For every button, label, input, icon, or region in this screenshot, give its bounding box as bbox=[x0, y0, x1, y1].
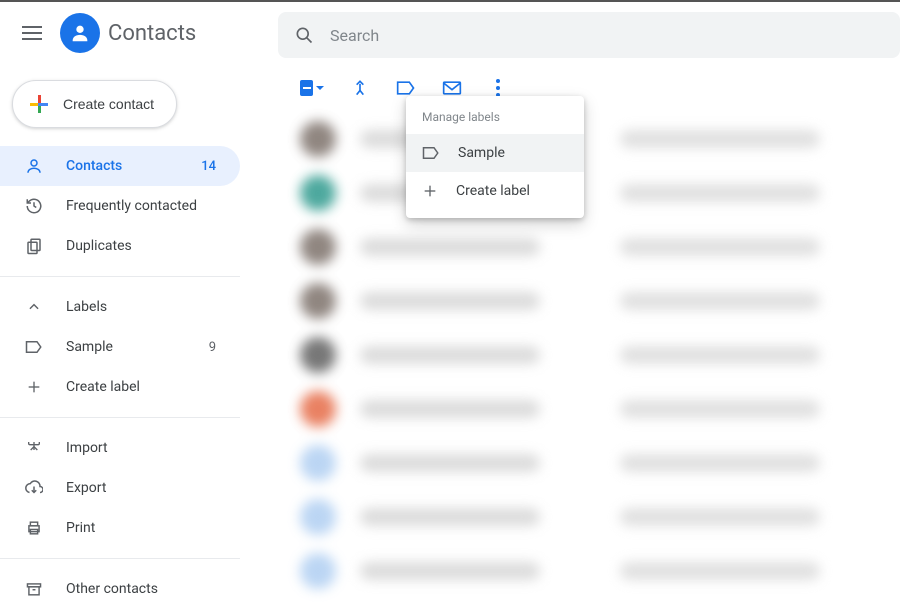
person-icon bbox=[69, 22, 91, 44]
main-content bbox=[278, 64, 900, 608]
create-contact-button[interactable]: Create contact bbox=[12, 80, 177, 128]
plus-icon bbox=[24, 379, 44, 395]
mail-icon bbox=[442, 80, 462, 96]
contact-row[interactable] bbox=[278, 544, 900, 598]
app-logo bbox=[60, 13, 100, 53]
label-icon bbox=[422, 146, 440, 160]
main-menu-button[interactable] bbox=[8, 9, 56, 57]
merge-button[interactable] bbox=[350, 78, 370, 98]
merge-icon bbox=[350, 78, 370, 98]
import-icon bbox=[24, 440, 44, 456]
popover-header: Manage labels bbox=[406, 104, 584, 134]
selection-toolbar bbox=[278, 64, 900, 112]
contact-row[interactable] bbox=[278, 328, 900, 382]
hamburger-icon bbox=[22, 26, 42, 40]
sidebar-labels-header[interactable]: Labels bbox=[0, 287, 240, 327]
search-icon bbox=[294, 25, 314, 45]
selection-toggle[interactable] bbox=[300, 79, 324, 97]
checkbox-indeterminate-icon bbox=[300, 80, 313, 96]
export-icon bbox=[24, 480, 44, 496]
app-title: Contacts bbox=[108, 21, 196, 46]
sidebar-export[interactable]: Export bbox=[0, 468, 240, 508]
more-actions-button[interactable] bbox=[488, 78, 508, 98]
popover-label-sample[interactable]: Sample bbox=[406, 134, 584, 172]
search-bar[interactable]: Search bbox=[278, 12, 900, 58]
email-button[interactable] bbox=[442, 78, 462, 98]
contact-row[interactable] bbox=[278, 220, 900, 274]
print-icon bbox=[24, 520, 44, 536]
manage-labels-button[interactable] bbox=[396, 78, 416, 98]
contact-row[interactable] bbox=[278, 490, 900, 544]
google-plus-icon bbox=[27, 92, 51, 116]
sidebar-item-duplicates[interactable]: Duplicates bbox=[0, 226, 240, 266]
contact-row[interactable] bbox=[278, 436, 900, 490]
contact-row[interactable] bbox=[278, 274, 900, 328]
sidebar-item-contacts[interactable]: Contacts 14 bbox=[0, 146, 240, 186]
sidebar-other-contacts[interactable]: Other contacts bbox=[0, 569, 240, 609]
sidebar-item-frequent[interactable]: Frequently contacted bbox=[0, 186, 240, 226]
sidebar-label-sample[interactable]: Sample 9 bbox=[0, 327, 240, 367]
chevron-up-icon bbox=[24, 300, 44, 314]
chevron-down-icon bbox=[316, 86, 324, 90]
sidebar-create-label[interactable]: Create label bbox=[0, 367, 240, 407]
sidebar-print[interactable]: Print bbox=[0, 508, 240, 548]
sidebar-import[interactable]: Import bbox=[0, 428, 240, 468]
contact-row[interactable] bbox=[278, 382, 900, 436]
archive-icon bbox=[24, 581, 44, 597]
label-icon bbox=[24, 340, 44, 354]
create-contact-label: Create contact bbox=[63, 96, 154, 112]
contacts-list-blurred bbox=[278, 112, 900, 598]
search-placeholder: Search bbox=[330, 26, 379, 45]
manage-labels-popover: Manage labels Sample Create label bbox=[406, 96, 584, 218]
plus-icon bbox=[422, 183, 438, 199]
sidebar: Create contact Contacts 14 Frequently co… bbox=[0, 64, 256, 608]
duplicates-icon bbox=[24, 237, 44, 255]
history-icon bbox=[24, 197, 44, 215]
popover-create-label[interactable]: Create label bbox=[406, 172, 584, 210]
contact-row[interactable] bbox=[278, 166, 900, 220]
more-vert-icon bbox=[496, 79, 500, 97]
contact-row[interactable] bbox=[278, 112, 900, 166]
label-icon bbox=[396, 80, 416, 96]
person-outline-icon bbox=[24, 157, 44, 175]
